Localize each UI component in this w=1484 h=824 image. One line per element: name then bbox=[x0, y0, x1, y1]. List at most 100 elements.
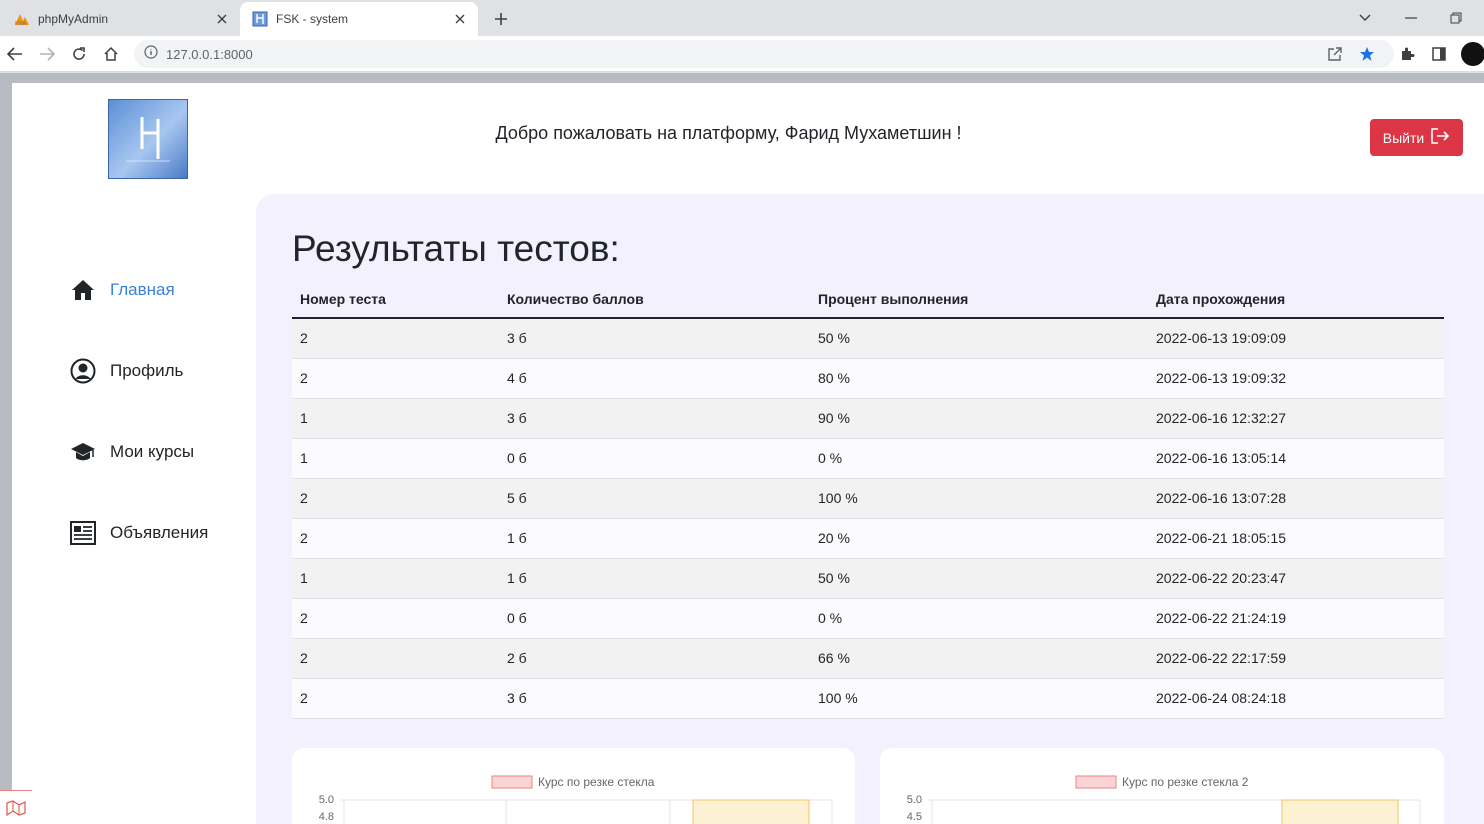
chart-bar bbox=[1281, 799, 1399, 824]
info-icon[interactable] bbox=[144, 44, 158, 64]
legend-label: Курс по резке стекла 2 bbox=[1122, 775, 1249, 789]
sidebar-item-label: Профиль bbox=[110, 361, 184, 380]
tab-fsk-system[interactable]: FSK - system bbox=[240, 2, 478, 36]
table-cell: 2022-06-16 12:32:27 bbox=[1148, 398, 1444, 439]
welcome-message: Добро пожаловать на платформу, Фарид Мух… bbox=[495, 123, 962, 143]
share-icon[interactable] bbox=[1324, 43, 1346, 65]
table-row: 20 б0 % 2022-06-22 21:24:19 bbox=[292, 598, 1444, 639]
sidebar-item-my-courses[interactable]: Мои курсы bbox=[70, 439, 194, 465]
table-cell: 2 bbox=[292, 478, 499, 519]
table-row: 25 б 100 % 2022-06-16 13:07:28 bbox=[292, 478, 1444, 519]
debugbar-icon[interactable] bbox=[0, 790, 32, 824]
close-icon[interactable] bbox=[452, 11, 468, 27]
user-circle-icon bbox=[70, 358, 96, 384]
table-cell: 80 % bbox=[810, 358, 1148, 399]
page: Добро пожаловать на платформу, Фарид Мух… bbox=[12, 83, 1484, 824]
profile-avatar[interactable] bbox=[1461, 42, 1484, 66]
sidebar-item-label: Главная bbox=[110, 280, 175, 299]
table-cell: 100 % bbox=[810, 678, 1148, 719]
table-cell: 1 б bbox=[499, 558, 810, 599]
table-cell: 2022-06-22 20:23:47 bbox=[1148, 558, 1444, 599]
table-cell: 1 bbox=[292, 558, 499, 599]
newspaper-icon bbox=[70, 520, 96, 546]
legend-swatch bbox=[491, 775, 533, 789]
table-cell: 2022-06-24 08:24:18 bbox=[1148, 678, 1444, 719]
graduation-cap-icon bbox=[70, 439, 96, 465]
address-bar[interactable]: 127.0.0.1:8000 bbox=[134, 40, 1394, 68]
legend-swatch bbox=[1075, 775, 1117, 789]
table-cell: 2022-06-13 19:09:09 bbox=[1148, 318, 1444, 359]
site-logo[interactable] bbox=[108, 99, 188, 179]
tab-phpmyadmin[interactable]: PMA phpMyAdmin bbox=[0, 2, 240, 36]
browser-tab-bar: PMA phpMyAdmin FSK - system bbox=[0, 0, 1484, 36]
page-title: Результаты тестов: bbox=[292, 228, 620, 269]
table-cell: 50 % bbox=[810, 558, 1148, 599]
table-cell: 100 % bbox=[810, 478, 1148, 519]
extensions-icon[interactable] bbox=[1396, 43, 1418, 65]
side-panel-icon[interactable] bbox=[1428, 43, 1450, 65]
table-cell: 5 б bbox=[499, 478, 810, 519]
table-cell: 1 bbox=[292, 398, 499, 439]
browser-viewport: Добро пожаловать на платформу, Фарид Мух… bbox=[0, 73, 1484, 824]
table-cell: 0 б bbox=[499, 438, 810, 479]
table-cell: 2 bbox=[292, 598, 499, 639]
column-header: Дата прохождения bbox=[1148, 280, 1444, 319]
table-cell: 0 % bbox=[810, 598, 1148, 639]
browser-toolbar: 127.0.0.1:8000 bbox=[0, 36, 1484, 72]
table-cell: 3 б bbox=[499, 398, 810, 439]
table-cell: 20 % bbox=[810, 518, 1148, 559]
column-header: Номер теста bbox=[292, 280, 499, 319]
svg-text:PMA: PMA bbox=[15, 21, 27, 26]
table-header-row: Номер теста Количество баллов Процент вы… bbox=[292, 280, 1444, 319]
table-cell: 2022-06-16 13:05:14 bbox=[1148, 438, 1444, 479]
y-tick-label: 5.0 bbox=[319, 794, 334, 806]
main-content: Результаты тестов: Номер теста Количеств… bbox=[256, 194, 1484, 824]
table-cell: 2022-06-22 22:17:59 bbox=[1148, 638, 1444, 679]
bookmark-star-icon[interactable] bbox=[1356, 43, 1378, 65]
logout-button[interactable]: Выйти bbox=[1370, 119, 1463, 156]
back-icon[interactable] bbox=[4, 43, 26, 65]
table-cell: 2022-06-16 13:07:28 bbox=[1148, 478, 1444, 519]
table-row: 13 б 90 % 2022-06-16 12:32:27 bbox=[292, 398, 1444, 439]
close-icon[interactable] bbox=[214, 11, 230, 27]
home-icon bbox=[70, 277, 96, 303]
fsk-favicon-icon bbox=[252, 11, 268, 27]
url-text: 127.0.0.1:8000 bbox=[166, 46, 253, 62]
results-table: Номер теста Количество баллов Процент вы… bbox=[292, 280, 1444, 719]
home-icon[interactable] bbox=[100, 43, 122, 65]
restore-icon[interactable] bbox=[1445, 7, 1467, 29]
minimize-icon[interactable] bbox=[1400, 7, 1422, 29]
course-chart-1: Курс по резке стекла 5.0 4.8 bbox=[292, 748, 855, 824]
sidebar-item-announcements[interactable]: Объявления bbox=[70, 520, 208, 546]
logout-icon bbox=[1430, 127, 1450, 148]
table-cell: 2 bbox=[292, 318, 499, 359]
table-row: 21 б 20 % 2022-06-21 18:05:15 bbox=[292, 518, 1444, 559]
column-header: Процент выполнения bbox=[810, 280, 1148, 319]
forward-icon[interactable] bbox=[36, 43, 58, 65]
sidebar-item-label: Мои курсы bbox=[110, 442, 195, 461]
table-cell: 1 bbox=[292, 438, 499, 479]
y-tick-label: 4.8 bbox=[319, 811, 334, 823]
table-cell: 2 б bbox=[499, 638, 810, 679]
table-row: 23 б 50 % 2022-06-13 19:09:09 bbox=[292, 318, 1444, 359]
table-cell: 2 bbox=[292, 518, 499, 559]
legend-label: Курс по резке стекла bbox=[538, 775, 655, 789]
table-cell: 66 % bbox=[810, 638, 1148, 679]
table-row: 24 б 80 % 2022-06-13 19:09:32 bbox=[292, 358, 1444, 399]
y-tick-label: 5.0 bbox=[907, 794, 922, 806]
table-cell: 50 % bbox=[810, 318, 1148, 359]
table-cell: 90 % bbox=[810, 398, 1148, 439]
sidebar-item-home[interactable]: Главная bbox=[70, 277, 175, 303]
chart-bar bbox=[692, 799, 810, 824]
table-cell: 2022-06-21 18:05:15 bbox=[1148, 518, 1444, 559]
tab-search-icon[interactable] bbox=[1354, 7, 1376, 29]
table-cell: 3 б bbox=[499, 318, 810, 359]
table-cell: 2 bbox=[292, 638, 499, 679]
reload-icon[interactable] bbox=[68, 43, 90, 65]
new-tab-button[interactable] bbox=[490, 8, 512, 30]
table-cell: 0 % bbox=[810, 438, 1148, 479]
table-row: 22 б 66 % 2022-06-22 22:17:59 bbox=[292, 638, 1444, 679]
table-cell: 4 б bbox=[499, 358, 810, 399]
table-cell: 3 б bbox=[499, 678, 810, 719]
sidebar-item-profile[interactable]: Профиль bbox=[70, 358, 183, 384]
